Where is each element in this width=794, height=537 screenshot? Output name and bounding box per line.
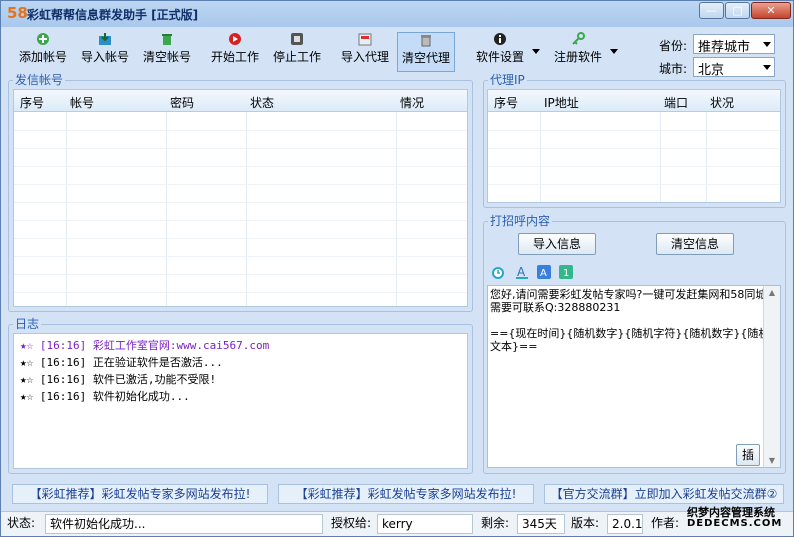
col-index: 序号 (494, 96, 519, 110)
proxy-group: 代理IP 序号 IP地址 端口 状况 (483, 73, 786, 208)
col-condition: 状况 (710, 96, 735, 110)
log-title: 日志 (13, 317, 42, 331)
col-ip: IP地址 (544, 96, 579, 110)
greeting-textarea[interactable]: 您好,请问需要彩虹发帖专家吗?一键可发赶集网和58同城,需要可联系Q:32888… (487, 285, 781, 468)
svg-text:A: A (517, 265, 526, 279)
col-situation: 情况 (400, 96, 425, 110)
promo-link-2[interactable]: 【彩虹推荐】彩虹发帖专家多网站发布拉! (278, 484, 534, 504)
settings-dropdown-arrow[interactable] (532, 49, 540, 54)
greeting-title: 打招呼内容 (488, 214, 553, 228)
proxy-table[interactable]: 序号 IP地址 端口 状况 (487, 89, 781, 203)
import-proxy-button[interactable]: 导入代理 (337, 32, 393, 72)
watermark-line2: DEDECMS.COM (687, 518, 783, 529)
greeting-group: 打招呼内容 导入信息 清空信息 A A 1 您好,请问需要彩虹发帖专家吗?一键可… (483, 214, 786, 474)
import-icon (99, 33, 111, 45)
play-icon (229, 33, 241, 45)
clear-proxy-button[interactable]: 清空代理 (397, 32, 455, 72)
log-line: ★☆ [16:16] 彩虹工作室官网:www.cai567.com (20, 339, 270, 352)
random-text-icon[interactable]: A (536, 264, 552, 280)
svg-text:A: A (540, 268, 547, 279)
trash-icon (162, 34, 172, 45)
log-line: ★☆ [16:16] 软件已激活,功能不受限! (20, 373, 217, 386)
log-line: ★☆ [16:16] 正在验证软件是否激活... (20, 356, 223, 369)
version-value: 2.0.1 (607, 514, 643, 534)
log-line: ★☆ [16:16] 软件初始化成功... (20, 390, 190, 403)
proxy-header: 序号 IP地址 端口 状况 (488, 90, 780, 112)
start-work-button[interactable]: 开始工作 (207, 32, 263, 72)
log-list[interactable]: ★☆ [16:16] 彩虹工作室官网:www.cai567.com ★☆ [16… (13, 333, 468, 469)
chevron-down-icon (763, 65, 771, 70)
import-account-button[interactable]: 导入帐号 (75, 32, 135, 72)
random-number-icon[interactable]: 1 (558, 264, 574, 280)
insert-button[interactable]: 插 (736, 444, 760, 466)
status-value: 软件初始化成功... (45, 514, 323, 534)
author-label: 作者: (651, 516, 680, 530)
add-account-button[interactable]: 添加帐号 (13, 32, 73, 72)
app-logo: 58 (7, 4, 28, 22)
stop-icon (291, 33, 303, 45)
minimize-button[interactable]: — (699, 2, 724, 19)
version-label: 版本: (571, 516, 600, 530)
col-port: 端口 (664, 96, 689, 110)
col-index: 序号 (20, 96, 45, 110)
city-label: 城市: (659, 62, 688, 76)
toolbar: 添加帐号 导入帐号 清空帐号 开始工作 停止工作 导入代理 清空代理 软件设置 (1, 27, 793, 78)
chevron-down-icon (763, 42, 771, 47)
info-icon (494, 33, 506, 45)
window-title: 彩虹帮帮信息群发助手 [正式版] (27, 8, 199, 22)
alarm-icon[interactable] (490, 264, 506, 280)
status-label: 状态: (7, 516, 36, 530)
col-password: 密码 (170, 96, 195, 110)
bin-icon (421, 35, 431, 47)
proxy-title: 代理IP (488, 73, 527, 87)
clear-account-button[interactable]: 清空帐号 (137, 32, 197, 72)
accounts-title: 发信帐号 (13, 73, 66, 87)
status-bar: 状态: 软件初始化成功... 授权给: kerry 剩余: 345天 版本: 2… (1, 511, 793, 536)
register-dropdown-arrow[interactable] (610, 49, 618, 54)
auth-value: kerry (377, 514, 473, 534)
province-label: 省份: (659, 39, 688, 53)
main-window: 58 彩虹帮帮信息群发助手 [正式版] — □ ✕ 添加帐号 导入帐号 清空帐号… (0, 0, 794, 537)
promo-link-3[interactable]: 【官方交流群】立即加入彩虹发帖交流群② (544, 484, 784, 504)
greeting-text-line: =={现在时间}{随机数字}{随机字符}{随机数字}{随机文本}== (490, 327, 770, 353)
clear-info-button[interactable]: 清空信息 (656, 233, 734, 255)
register-button[interactable]: 注册软件 (549, 32, 607, 72)
settings-button[interactable]: 软件设置 (471, 32, 529, 72)
log-group: 日志 ★☆ [16:16] 彩虹工作室官网:www.cai567.com ★☆ … (8, 317, 473, 474)
accounts-table[interactable]: 序号 帐号 密码 状态 情况 (13, 89, 468, 307)
scrollbar[interactable]: ▲ ▼ (763, 286, 780, 467)
col-account: 帐号 (70, 96, 95, 110)
close-button[interactable]: ✕ (751, 2, 791, 19)
auth-label: 授权给: (331, 516, 372, 530)
import-info-button[interactable]: 导入信息 (518, 233, 596, 255)
accounts-header: 序号 帐号 密码 状态 情况 (14, 90, 467, 112)
title-bar: 58 彩虹帮帮信息群发助手 [正式版] — □ ✕ (1, 1, 793, 27)
remain-label: 剩余: (481, 516, 510, 530)
province-select[interactable]: 推荐城市 (693, 34, 775, 55)
proxy-import-icon (358, 33, 372, 46)
accounts-group: 发信帐号 序号 帐号 密码 状态 情况 (8, 73, 473, 312)
promo-link-1[interactable]: 【彩虹推荐】彩虹发帖专家多网站发布拉! (12, 484, 268, 504)
key-icon (572, 32, 585, 45)
remain-value: 345天 (517, 514, 565, 534)
stop-work-button[interactable]: 停止工作 (269, 32, 325, 72)
svg-text:1: 1 (563, 268, 569, 279)
add-icon (37, 33, 49, 45)
font-icon[interactable]: A (514, 264, 530, 280)
col-status: 状态 (250, 96, 275, 110)
city-select[interactable]: 北京 (693, 57, 775, 78)
greeting-text-line: 您好,请问需要彩虹发帖专家吗?一键可发赶集网和58同城,需要可联系Q:32888… (490, 288, 770, 314)
maximize-button[interactable]: □ (725, 2, 750, 19)
